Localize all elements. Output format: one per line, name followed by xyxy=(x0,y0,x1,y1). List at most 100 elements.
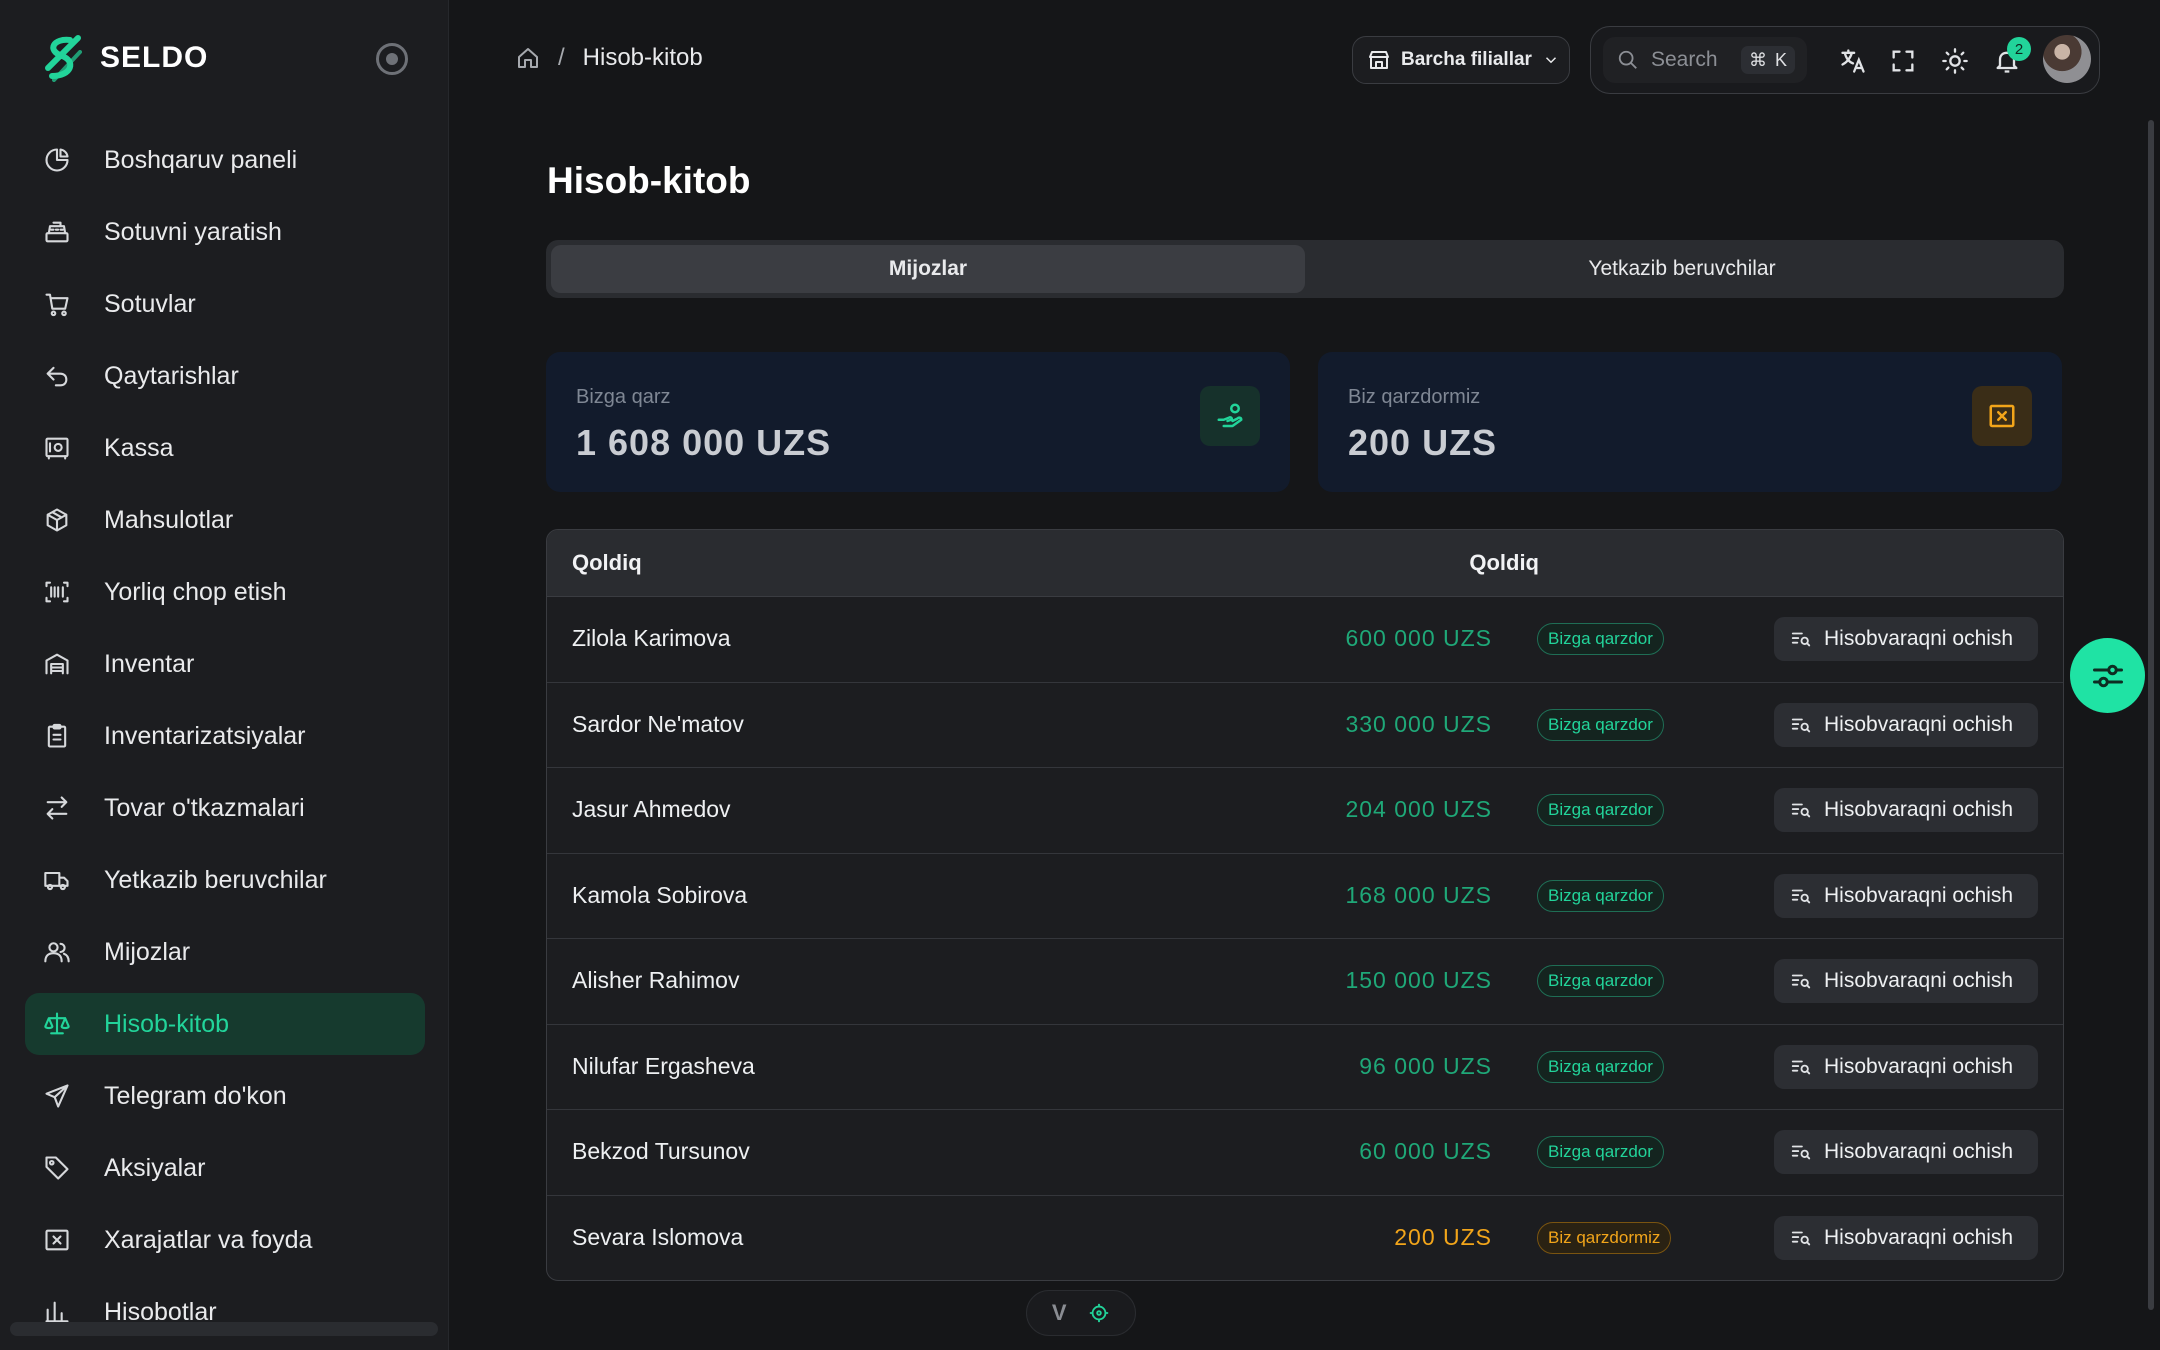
search-input[interactable]: Search ⌘ K xyxy=(1603,37,1807,83)
we-owe-label: Biz qarzdormiz xyxy=(1348,386,1481,408)
page-title: Hisob-kitob xyxy=(547,160,751,201)
notification-badge: 2 xyxy=(2007,37,2031,61)
open-statement-label: Hisobvaraqni ochish xyxy=(1824,883,2014,907)
status-badge: Biz qarzdormiz xyxy=(1537,1221,1672,1254)
shortcut-mod: ⌘ xyxy=(1748,49,1767,70)
statement-search-icon xyxy=(1791,974,1811,989)
sidebar-item-label: Sotuvlar xyxy=(104,289,196,318)
status-badge: Bizga qarzdor xyxy=(1537,794,1664,826)
seldo-logo-icon xyxy=(45,35,82,82)
open-statement-button[interactable]: Hisobvaraqni ochish xyxy=(1774,788,2038,832)
sidebar-item-inventar[interactable]: Inventar xyxy=(25,633,425,695)
sidebar-collapse-button[interactable] xyxy=(376,43,408,75)
owed-to-us-value: 1 608 000 UZS xyxy=(576,422,832,463)
table-row: Nilufar Ergasheva 96 000 UZS Bizga qarzdor… xyxy=(547,1025,2063,1110)
open-statement-label: Hisobvaraqni ochish xyxy=(1824,1140,2014,1163)
sidebar-item-inventarizatsiyalar[interactable]: Inventarizatsiyalar xyxy=(25,705,425,767)
sidebar-item-mijozlar[interactable]: Mijozlar xyxy=(25,921,425,983)
fullscreen-icon[interactable] xyxy=(1889,47,1917,75)
open-statement-label: Hisobvaraqni ochish xyxy=(1824,798,2014,821)
open-statement-label: Hisobvaraqni ochish xyxy=(1824,1054,2014,1078)
search-shortcut: ⌘ K xyxy=(1741,46,1795,74)
customer-name: Sardor Ne'matov xyxy=(572,710,744,737)
sliders-icon xyxy=(2092,664,2123,687)
sidebar-item-xarajatlar-va-foyda[interactable]: Xarajatlar va foyda xyxy=(25,1209,425,1271)
warehouse-icon xyxy=(42,649,72,679)
we-owe-value: 200 UZS xyxy=(1348,422,1498,463)
sidebar-item-mahsulotlar[interactable]: Mahsulotlar xyxy=(25,489,425,551)
receipt-x-icon xyxy=(1972,386,2032,446)
table-row: Zilola Karimova 600 000 UZS Bizga qarzdor H… xyxy=(547,597,2063,683)
safe-icon xyxy=(42,433,72,463)
status-badge: Bizga qarzdor xyxy=(1537,1050,1664,1083)
open-statement-label: Hisobvaraqni ochish xyxy=(1824,627,2014,650)
target-icon[interactable] xyxy=(1088,1302,1110,1324)
home-icon[interactable] xyxy=(516,46,540,70)
statement-search-icon xyxy=(1791,1231,1811,1245)
main-scrollbar[interactable] xyxy=(2148,120,2154,1310)
balance-amount: 600 000 UZS xyxy=(1345,625,1492,651)
shortcut-key: K xyxy=(1774,49,1787,70)
sun-icon[interactable] xyxy=(1941,47,1969,75)
tab-mijozlar[interactable]: Mijozlar xyxy=(551,245,1305,293)
pie-chart-icon xyxy=(42,145,72,175)
open-statement-button[interactable]: Hisobvaraqni ochish xyxy=(1774,959,2038,1003)
customer-name: Zilola Karimova xyxy=(572,625,731,651)
sidebar-item-aksiyalar[interactable]: Aksiyalar xyxy=(25,1137,425,1199)
owed-to-us-card: Bizga qarz 1 608 000 UZS xyxy=(546,352,1290,492)
table-header: Qoldiq Qoldiq xyxy=(547,530,2063,597)
sidebar-item-label: Hisob-kitob xyxy=(104,1009,230,1038)
open-statement-button[interactable]: Hisobvaraqni ochish xyxy=(1774,1044,2038,1089)
table-row: Alisher Rahimov 150 000 UZS Bizga qarzdor H… xyxy=(547,939,2063,1025)
branch-select[interactable]: Barcha filiallar xyxy=(1352,36,1570,84)
status-badge: Bizga qarzdor xyxy=(1537,879,1664,912)
open-statement-button[interactable]: Hisobvaraqni ochish xyxy=(1774,873,2038,918)
open-statement-button[interactable]: Hisobvaraqni ochish xyxy=(1774,1215,2038,1260)
table-row: Kamola Sobirova 168 000 UZS Bizga qarzdor H… xyxy=(547,854,2063,939)
balance-table: Qoldiq Qoldiq Zilola Karimova 600 000 UZS… xyxy=(546,529,2064,1281)
open-statement-label: Hisobvaraqni ochish xyxy=(1824,969,2014,992)
balance-amount: 204 000 UZS xyxy=(1345,796,1492,822)
sidebar-item-telegram-do-kon[interactable]: Telegram do'kon xyxy=(25,1065,425,1127)
sidebar-item-label: Telegram do'kon xyxy=(104,1081,287,1110)
barcode-icon xyxy=(42,577,72,607)
tab-yetkazib-beruvchilar[interactable]: Yetkazib beruvchilar xyxy=(1305,245,2059,293)
column-header-name: Qoldiq xyxy=(572,550,642,575)
sidebar-item-hisob-kitob[interactable]: Hisob-kitob xyxy=(25,993,425,1055)
top-toolbar: Search ⌘ K 2 xyxy=(1590,26,2100,94)
customer-name: Jasur Ahmedov xyxy=(572,796,731,822)
sidebar-item-label: Sotuvni yaratish xyxy=(104,217,282,246)
customer-name: Kamola Sobirova xyxy=(572,881,748,908)
sidebar-item-label: Kassa xyxy=(104,433,174,462)
sidebar-item-tovar-o-tkazmalari[interactable]: Tovar o'tkazmalari xyxy=(25,777,425,839)
open-statement-button[interactable]: Hisobvaraqni ochish xyxy=(1774,1130,2038,1174)
sidebar-item-yetkazib-beruvchilar[interactable]: Yetkazib beruvchilar xyxy=(25,849,425,911)
open-statement-label: Hisobvaraqni ochish xyxy=(1824,1225,2014,1249)
open-statement-button[interactable]: Hisobvaraqni ochish xyxy=(1774,702,2038,747)
breadcrumb-separator: / xyxy=(558,44,565,71)
sidebar-item-boshqaruv-paneli[interactable]: Boshqaruv paneli xyxy=(25,129,425,191)
table-row: Sevara Islomova 200 UZS Biz qarzdormiz Hiso… xyxy=(547,1196,2063,1281)
sidebar-item-kassa[interactable]: Kassa xyxy=(25,417,425,479)
avatar[interactable] xyxy=(2043,35,2091,83)
chevron-down-icon xyxy=(1545,57,1556,64)
statement-search-icon xyxy=(1791,803,1811,818)
dev-toolbar[interactable]: V xyxy=(1026,1290,1136,1336)
statement-search-icon xyxy=(1791,889,1811,903)
sidebar-item-sotuvlar[interactable]: Sotuvlar xyxy=(25,273,425,335)
sidebar-item-sotuvni-yaratish[interactable]: Sotuvni yaratish xyxy=(25,201,425,263)
translate-icon[interactable] xyxy=(1839,47,1867,75)
statement-search-icon xyxy=(1791,1060,1811,1074)
logo-text: SELDO xyxy=(100,41,209,74)
sidebar-item-label: Aksiyalar xyxy=(104,1153,206,1182)
customer-name: Bekzod Tursunov xyxy=(572,1138,750,1164)
vue-devtools-icon[interactable]: V xyxy=(1052,1300,1067,1326)
open-statement-button[interactable]: Hisobvaraqni ochish xyxy=(1774,617,2038,661)
filter-fab-button[interactable] xyxy=(2070,638,2145,713)
sidebar-item-yorliq-chop-etish[interactable]: Yorliq chop etish xyxy=(25,561,425,623)
sidebar-scrollbar[interactable] xyxy=(10,1322,438,1336)
sidebar-item-qaytarishlar[interactable]: Qaytarishlar xyxy=(25,345,425,407)
logo[interactable]: SELDO xyxy=(40,34,208,82)
sidebar-item-label: Mijozlar xyxy=(104,937,191,966)
breadcrumb: / Hisob-kitob xyxy=(516,44,703,72)
